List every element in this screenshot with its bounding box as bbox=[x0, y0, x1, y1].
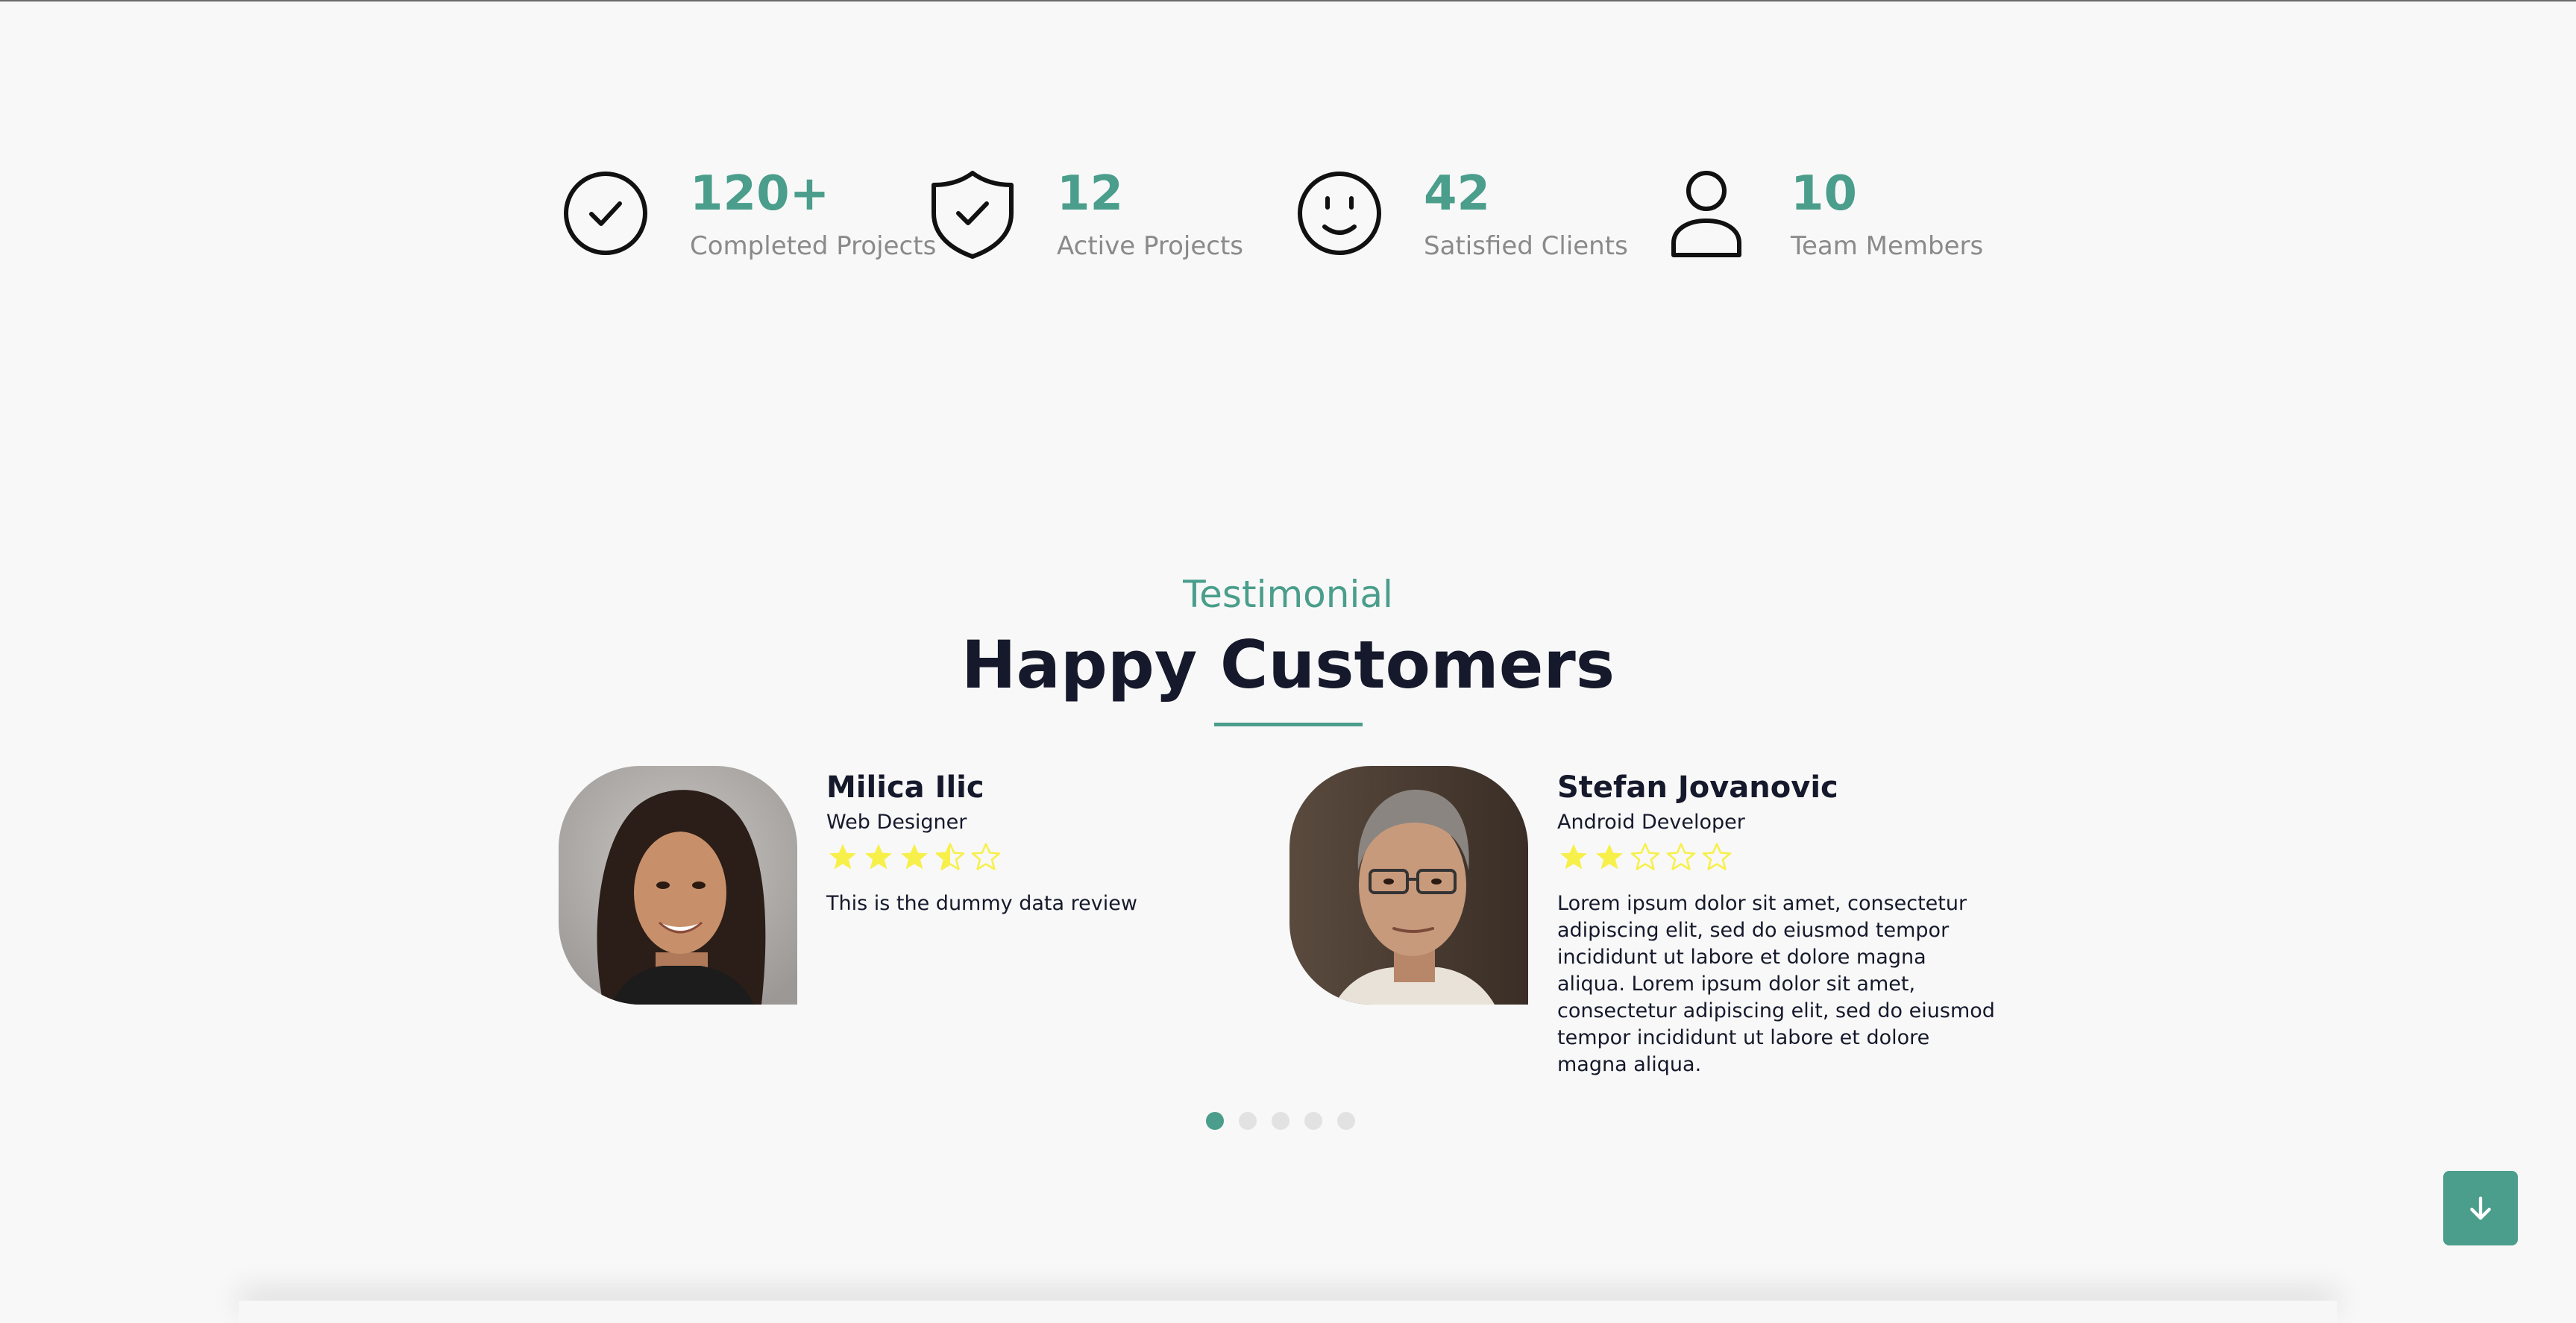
star-half-icon bbox=[935, 843, 965, 870]
star-empty-icon bbox=[1630, 843, 1660, 870]
reviewer-role: Web Designer bbox=[826, 811, 967, 834]
carousel-dot-5[interactable] bbox=[1337, 1112, 1355, 1130]
star-empty-icon bbox=[1702, 843, 1732, 870]
next-section-edge bbox=[239, 1301, 2337, 1323]
heading-divider bbox=[1214, 723, 1363, 726]
stat-value: 10 bbox=[1791, 166, 1858, 221]
shield-check-icon bbox=[928, 169, 1017, 261]
stat-value: 12 bbox=[1057, 166, 1124, 221]
arrow-down-icon bbox=[2470, 1196, 2491, 1220]
scroll-down-button[interactable] bbox=[2443, 1171, 2518, 1245]
user-icon bbox=[1662, 169, 1751, 261]
section-eyebrow: Testimonial bbox=[1183, 573, 1393, 616]
carousel-dot-2[interactable] bbox=[1239, 1112, 1257, 1130]
star-filled-icon bbox=[901, 843, 928, 870]
stat-value: 42 bbox=[1424, 166, 1491, 221]
check-circle-icon bbox=[561, 169, 650, 261]
stats-section: 120+ Completed Projects 12 Active Projec… bbox=[561, 169, 2015, 265]
rating-stars bbox=[826, 840, 1002, 882]
reviewer-name: Stefan Jovanovic bbox=[1557, 770, 1838, 805]
rating-stars bbox=[1557, 840, 1733, 882]
testimonial-card: Milica Ilic Web Designer This is the dum… bbox=[559, 766, 1267, 1064]
star-filled-icon bbox=[865, 843, 892, 870]
star-filled-icon bbox=[1596, 843, 1623, 870]
star-empty-icon bbox=[1666, 843, 1696, 870]
carousel-dot-1[interactable] bbox=[1206, 1112, 1224, 1130]
star-empty-icon bbox=[971, 843, 1001, 870]
star-filled-icon bbox=[829, 843, 856, 870]
star-filled-icon bbox=[1560, 843, 1587, 870]
reviewer-role: Android Developer bbox=[1557, 811, 1745, 834]
avatar bbox=[559, 766, 797, 1005]
stat-label: Active Projects bbox=[1057, 231, 1244, 261]
avatar bbox=[1289, 766, 1528, 1005]
testimonial-card: Stefan Jovanovic Android Developer Lorem… bbox=[1289, 766, 1998, 1076]
stat-label: Satisfied Clients bbox=[1424, 231, 1628, 261]
carousel-pagination bbox=[1206, 1112, 1355, 1130]
review-text: This is the dummy data review bbox=[826, 892, 1137, 915]
carousel-dot-3[interactable] bbox=[1272, 1112, 1289, 1130]
stat-value: 120+ bbox=[690, 166, 830, 221]
section-heading: Happy Customers bbox=[961, 626, 1615, 703]
stat-label: Completed Projects bbox=[690, 231, 937, 261]
carousel-dot-4[interactable] bbox=[1304, 1112, 1322, 1130]
review-text: Lorem ipsum dolor sit amet, consectetur … bbox=[1557, 892, 1995, 1076]
reviewer-name: Milica Ilic bbox=[826, 770, 984, 805]
stat-label: Team Members bbox=[1791, 231, 1984, 261]
smile-icon bbox=[1295, 169, 1384, 261]
